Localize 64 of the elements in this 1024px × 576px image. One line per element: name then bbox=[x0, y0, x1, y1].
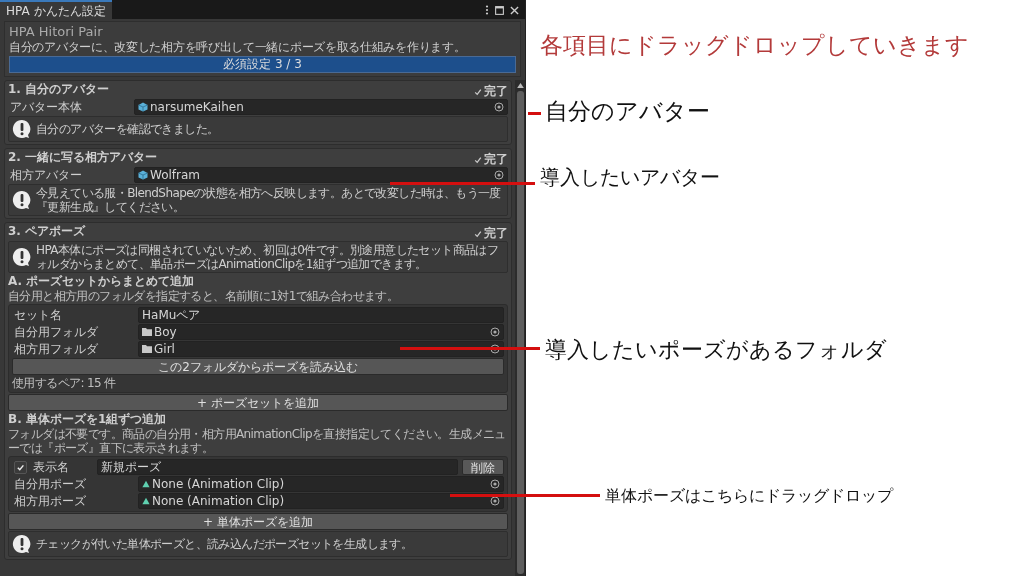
section-title: 2. 一緒に写る相方アバター bbox=[8, 150, 158, 164]
window-title: HPA Hitori Pair bbox=[9, 24, 104, 39]
info-icon bbox=[12, 247, 32, 267]
callout-label: 導入したいアバター bbox=[540, 164, 720, 191]
close-icon[interactable] bbox=[510, 5, 519, 15]
checkbox[interactable] bbox=[14, 460, 27, 474]
caption: 自分用と相方用のフォルダを指定すると、名前順に1対1で組み合わせます。 bbox=[8, 289, 400, 303]
window-tab[interactable]: HPA かんたん設定 bbox=[0, 0, 112, 19]
section-title: 1. 自分のアバター bbox=[8, 82, 110, 96]
callout-label: 自分のアバター bbox=[545, 97, 710, 126]
subheading: A. ポーズセットからまとめて追加 bbox=[8, 274, 196, 288]
action-button[interactable]: この2フォルダからポーズを読み込む bbox=[12, 358, 504, 375]
field-label: セット名 bbox=[13, 306, 63, 324]
field-label: アバター本体 bbox=[9, 98, 83, 116]
annotation-heading: 各項目にドラッグドロップしていきます bbox=[540, 31, 969, 60]
field-label: 自分用ポーズ bbox=[13, 475, 87, 493]
clip-icon bbox=[142, 480, 150, 488]
help-text: HPA本体にポーズは同梱されていないため、初回は0件です。別途用意したセット商品はフォルダからまとめて、単品ポーズはAnimationClipを1組ずつ追加できます。 bbox=[36, 243, 500, 271]
target-icon[interactable] bbox=[494, 170, 504, 180]
section-title: 3. ペアポーズ bbox=[8, 224, 86, 238]
delete-button[interactable]: 削除 bbox=[462, 459, 504, 475]
field-label: 自分用フォルダ bbox=[13, 323, 99, 341]
check-icon bbox=[474, 88, 482, 96]
field-label: 表示名 bbox=[32, 458, 70, 476]
help-text: チェックが付いた単体ポーズと、読み込んだポーズセットを生成します。 bbox=[36, 537, 413, 551]
scroll-up-icon[interactable] bbox=[516, 83, 524, 88]
cube-icon bbox=[138, 102, 148, 112]
object-field[interactable]: Girl bbox=[138, 341, 504, 357]
info-icon bbox=[12, 534, 32, 554]
action-button[interactable]: + 単体ポーズを追加 bbox=[8, 513, 508, 530]
target-icon[interactable] bbox=[494, 102, 504, 112]
description: 自分のアバターに、改変した相方を呼び出して一緒にポーズを取る仕組みを作ります。 bbox=[9, 40, 467, 54]
object-field[interactable]: Wolfram bbox=[134, 167, 508, 183]
status-label: 完了 bbox=[484, 227, 508, 240]
info-icon bbox=[12, 119, 32, 139]
status-label: 完了 bbox=[484, 85, 508, 98]
clip-icon bbox=[142, 497, 150, 505]
object-field[interactable]: None (Animation Clip) bbox=[138, 493, 504, 509]
maximize-icon[interactable] bbox=[495, 5, 504, 15]
progress-label: 必須設定 3 / 3 bbox=[222, 57, 303, 72]
text-field[interactable]: HaMuペア bbox=[138, 307, 504, 323]
object-field[interactable]: None (Animation Clip) bbox=[138, 476, 504, 492]
subheading: B. 単体ポーズを1組ずつ追加 bbox=[8, 412, 168, 426]
field-label: 相方用フォルダ bbox=[13, 340, 99, 358]
object-field[interactable]: narsumeKaihen bbox=[134, 99, 508, 115]
check-icon bbox=[474, 156, 482, 164]
menu-icon[interactable] bbox=[485, 5, 489, 15]
text-field[interactable]: 新規ポーズ bbox=[97, 459, 458, 475]
object-field[interactable]: Boy bbox=[138, 324, 504, 340]
callout-label: 導入したいポーズがあるフォルダ bbox=[545, 336, 887, 364]
field-label: 相方用ポーズ bbox=[13, 492, 87, 510]
caption: フォルダは不要です。商品の自分用・相方用AnimationClipを直接指定してください。生成メニューでは『ポーズ』直下に表示されます。 bbox=[8, 427, 507, 455]
caption: 使用するペア: 15 件 bbox=[12, 376, 117, 390]
info-icon bbox=[12, 190, 32, 210]
action-button[interactable]: + ポーズセットを追加 bbox=[8, 394, 508, 411]
help-text: 今見えている服・BlendShapeの状態を相方へ反映します。あとで改変した時は、もう一度『更新生成』してください。 bbox=[36, 186, 502, 214]
status-label: 完了 bbox=[484, 153, 508, 166]
scrollbar[interactable] bbox=[515, 80, 525, 576]
check-icon bbox=[16, 462, 25, 472]
cube-icon bbox=[138, 170, 148, 180]
callout-label: 単体ポーズはこちらにドラッグドロップ bbox=[605, 486, 893, 507]
check-icon bbox=[474, 230, 482, 238]
field-label: 相方アバター bbox=[9, 166, 83, 184]
help-text: 自分のアバターを確認できました。 bbox=[36, 122, 219, 136]
